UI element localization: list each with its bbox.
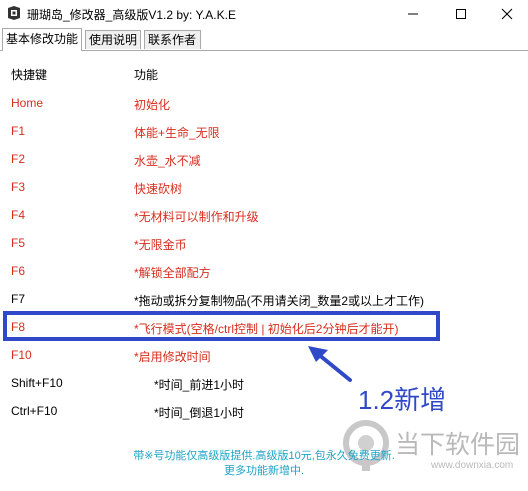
- table-row: F1 体能+生命_无限: [0, 124, 528, 144]
- app-icon: [6, 5, 22, 21]
- new-feature-highlight: [3, 311, 440, 341]
- row-function: *拖动或拆分复制物品(不用请关闭_数量2或以上才工作): [134, 294, 425, 308]
- title-bar: 珊瑚岛_修改器_高级版V1.2 by: Y.A.K.E: [0, 0, 528, 27]
- row-function: *无材料可以制作和升级: [134, 210, 259, 224]
- row-function: 快速砍树: [134, 182, 183, 196]
- table-row: F2 水壶_水不减: [0, 152, 528, 172]
- table-row: F5 *无限金币: [0, 236, 528, 256]
- table-row: F10 *启用修改时间: [0, 348, 528, 368]
- row-hotkey: Shift+F10: [11, 376, 63, 390]
- row-function: *时间_前进1小时: [154, 378, 245, 392]
- footer-line-2: 更多功能新增中.: [223, 465, 305, 477]
- table-row: Ctrl+F10 *时间_倒退1小时: [0, 404, 528, 424]
- tab-bar: 基本修改功能 使用说明 联系作者: [0, 28, 528, 51]
- row-function: *无限金币: [134, 238, 187, 252]
- table-row: F3 快速砍树: [0, 180, 528, 200]
- minimize-button[interactable]: [390, 0, 436, 27]
- header-function: 功能: [134, 68, 159, 82]
- table-row: Shift+F10 *时间_前进1小时: [0, 376, 528, 396]
- tab-instructions[interactable]: 使用说明: [85, 30, 141, 49]
- row-hotkey: F6: [11, 264, 26, 278]
- row-hotkey: F4: [11, 208, 26, 222]
- footer-line-1: 带※号功能仅高级版提供.高级版10元,包永久免费更新.: [133, 450, 395, 462]
- row-hotkey: F7: [11, 292, 26, 306]
- row-function: *解锁全部配方: [134, 266, 211, 280]
- close-button[interactable]: [484, 0, 528, 27]
- table-row: Home 初始化: [0, 96, 528, 116]
- maximize-icon: [456, 8, 466, 19]
- row-hotkey: F1: [11, 124, 26, 138]
- row-hotkey: F3: [11, 180, 26, 194]
- row-hotkey: F5: [11, 236, 26, 250]
- row-function: 体能+生命_无限: [134, 126, 220, 140]
- header-hotkey: 快捷键: [11, 68, 48, 82]
- row-function: 水壶_水不减: [134, 154, 201, 168]
- tab-contact-author[interactable]: 联系作者: [144, 30, 201, 49]
- table-row: F4 *无材料可以制作和升级: [0, 208, 528, 228]
- table-row: F6 *解锁全部配方: [0, 264, 528, 284]
- row-hotkey: Home: [11, 96, 44, 110]
- close-icon: [501, 8, 513, 19]
- footer-note: 带※号功能仅高级版提供.高级版10元,包永久免费更新. 更多功能新增中.: [0, 449, 528, 479]
- window-title: 珊瑚岛_修改器_高级版V1.2 by: Y.A.K.E: [27, 8, 236, 22]
- row-function: *启用修改时间: [134, 350, 211, 364]
- table-row: F7 *拖动或拆分复制物品(不用请关闭_数量2或以上才工作): [0, 292, 528, 312]
- row-hotkey: Ctrl+F10: [11, 404, 58, 418]
- minimize-icon: [408, 13, 418, 14]
- maximize-button[interactable]: [438, 0, 484, 27]
- table-header: 快捷键 功能: [0, 66, 528, 86]
- tab-basic-functions[interactable]: 基本修改功能: [2, 28, 82, 51]
- row-function: 初始化: [134, 98, 171, 112]
- row-hotkey: F10: [11, 348, 32, 362]
- new-feature-annotation: 1.2新增: [358, 385, 447, 415]
- row-function: *时间_倒退1小时: [154, 406, 245, 420]
- row-hotkey: F2: [11, 152, 26, 166]
